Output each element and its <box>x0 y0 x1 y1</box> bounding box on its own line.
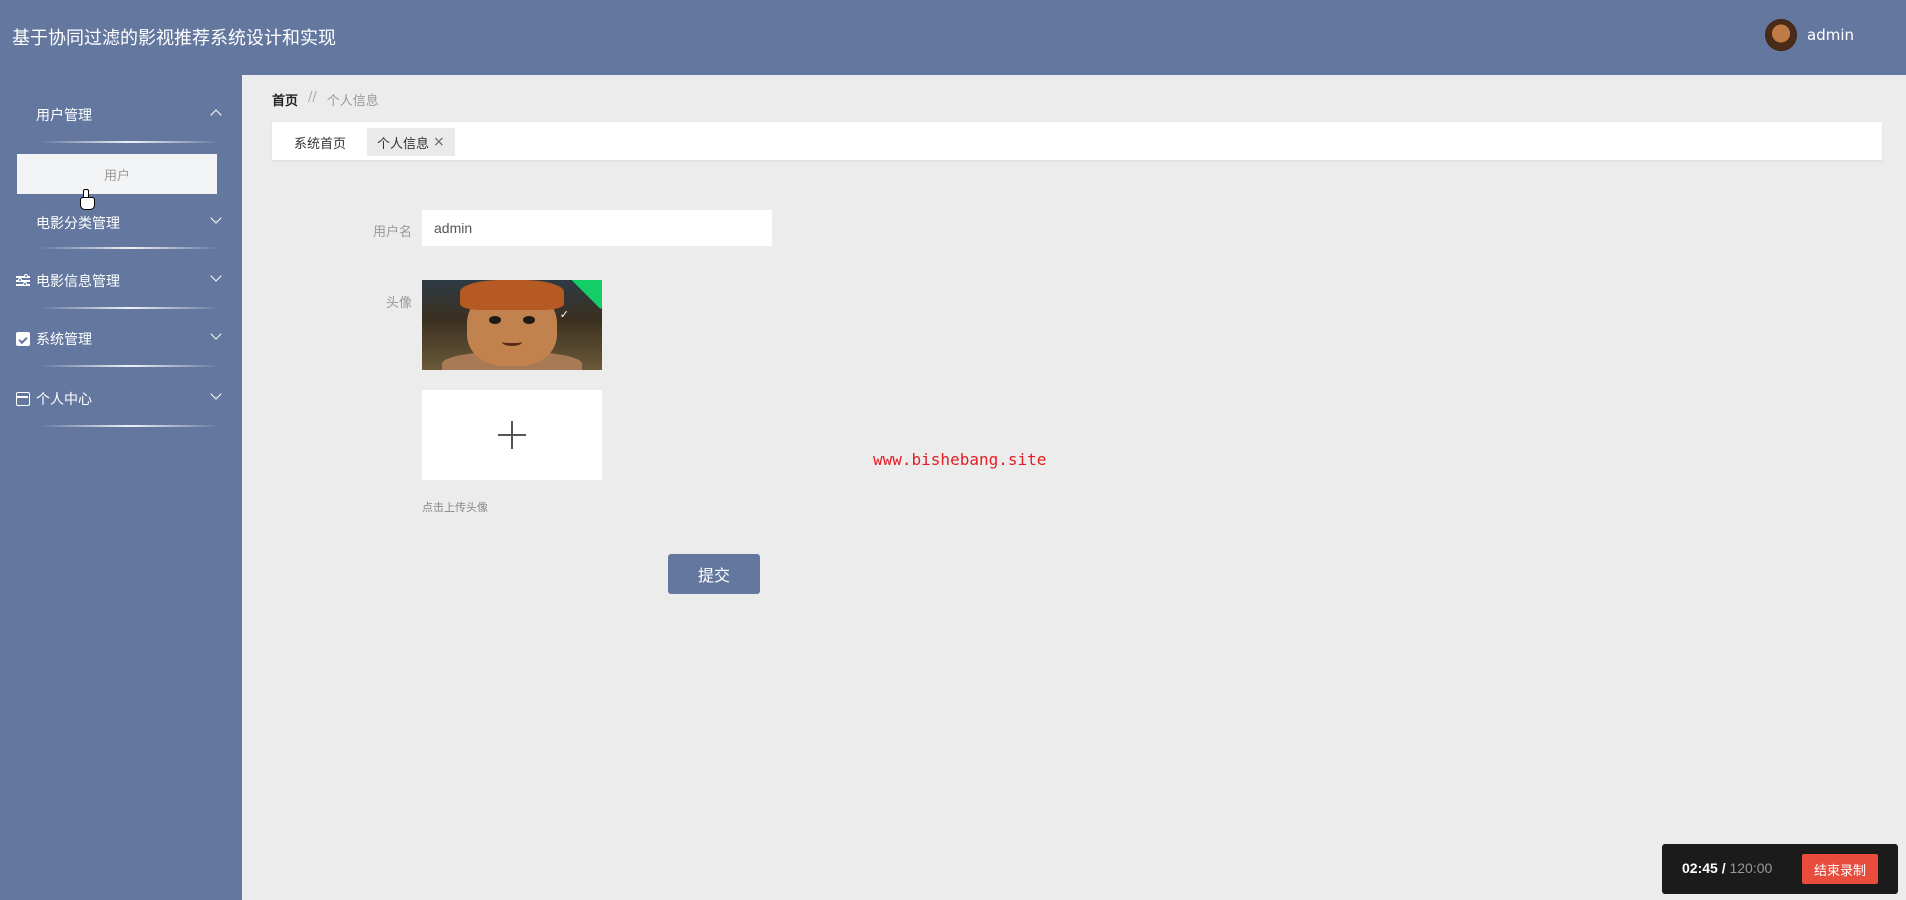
mouse-cursor-icon <box>80 189 95 210</box>
grid-icon <box>16 108 30 122</box>
user-menu[interactable]: admin <box>1765 19 1854 51</box>
upload-success-badge <box>568 280 602 309</box>
card-icon <box>16 392 30 406</box>
chevron-down-icon <box>210 270 222 282</box>
user-avatar[interactable] <box>1765 19 1797 51</box>
breadcrumb: 首页 // 个人信息 <box>272 90 379 109</box>
sidebar-item-movie-category[interactable]: 电影分类管理 <box>0 203 242 243</box>
upload-tip: 点击上传头像 <box>422 501 488 514</box>
recording-elapsed: 02:45 / <box>1682 860 1726 876</box>
tab-label: 系统首页 <box>294 136 347 152</box>
sidebar-item-system[interactable]: 系统管理 <box>0 319 242 359</box>
avatar-upload-button[interactable] <box>422 390 602 480</box>
clipboard-check-icon <box>16 332 30 346</box>
chevron-down-icon <box>210 328 222 340</box>
chevron-up-icon <box>210 109 222 121</box>
close-icon[interactable]: × <box>433 134 445 150</box>
sidebar-item-label: 系统管理 <box>36 332 92 348</box>
divider <box>40 365 220 367</box>
sidebar-item-user-management[interactable]: 用户管理 <box>0 95 242 135</box>
sidebar-item-movie-info[interactable]: 电影信息管理 <box>0 261 242 301</box>
sidebar: 用户管理 用户 电影分类管理 电影信息管理 系统管理 个人中心 <box>0 75 242 900</box>
submenu-item-user[interactable]: 用户 <box>17 154 217 194</box>
grid-icon <box>16 216 30 230</box>
divider <box>40 425 220 427</box>
recording-timer: 02:45 / 120:00 <box>1682 860 1772 876</box>
recording-total: 120:00 <box>1725 860 1773 876</box>
sidebar-item-label: 个人中心 <box>36 392 92 408</box>
check-icon: ✓ <box>559 308 569 321</box>
tab-bar: 系统首页 个人信息 × <box>272 122 1882 160</box>
sidebar-item-label: 用户管理 <box>36 108 92 124</box>
chevron-down-icon <box>210 388 222 400</box>
tab-personal-info[interactable]: 个人信息 × <box>367 128 455 156</box>
stop-recording-button[interactable]: 结束录制 <box>1801 854 1878 884</box>
sidebar-item-personal-center[interactable]: 个人中心 <box>0 379 242 419</box>
divider <box>40 307 220 309</box>
top-header: 基于协同过滤的影视推荐系统设计和实现 admin <box>0 0 1906 75</box>
breadcrumb-separator: // <box>308 90 317 105</box>
breadcrumb-home[interactable]: 首页 <box>272 90 298 109</box>
avatar-label: 头像 <box>385 296 412 311</box>
sidebar-item-label: 电影分类管理 <box>36 216 120 232</box>
avatar-preview-image[interactable]: ✓ <box>422 280 602 370</box>
chevron-down-icon <box>210 212 222 224</box>
user-name[interactable]: admin <box>1807 26 1854 44</box>
app-title: 基于协同过滤的影视推荐系统设计和实现 <box>12 28 336 49</box>
tab-label: 个人信息 <box>377 136 430 152</box>
username-label: 用户名 <box>372 225 412 240</box>
submit-button[interactable]: 提交 <box>668 554 760 594</box>
tab-system-home[interactable]: 系统首页 <box>284 128 356 156</box>
username-field[interactable] <box>422 210 772 246</box>
sidebar-item-label: 电影信息管理 <box>36 274 120 290</box>
watermark: www.bishebang.site <box>873 450 1047 469</box>
recording-bar: 02:45 / 120:00 结束录制 <box>1662 844 1898 894</box>
breadcrumb-current: 个人信息 <box>326 94 379 109</box>
sliders-icon <box>16 274 30 288</box>
divider <box>40 247 220 249</box>
divider <box>40 141 220 143</box>
